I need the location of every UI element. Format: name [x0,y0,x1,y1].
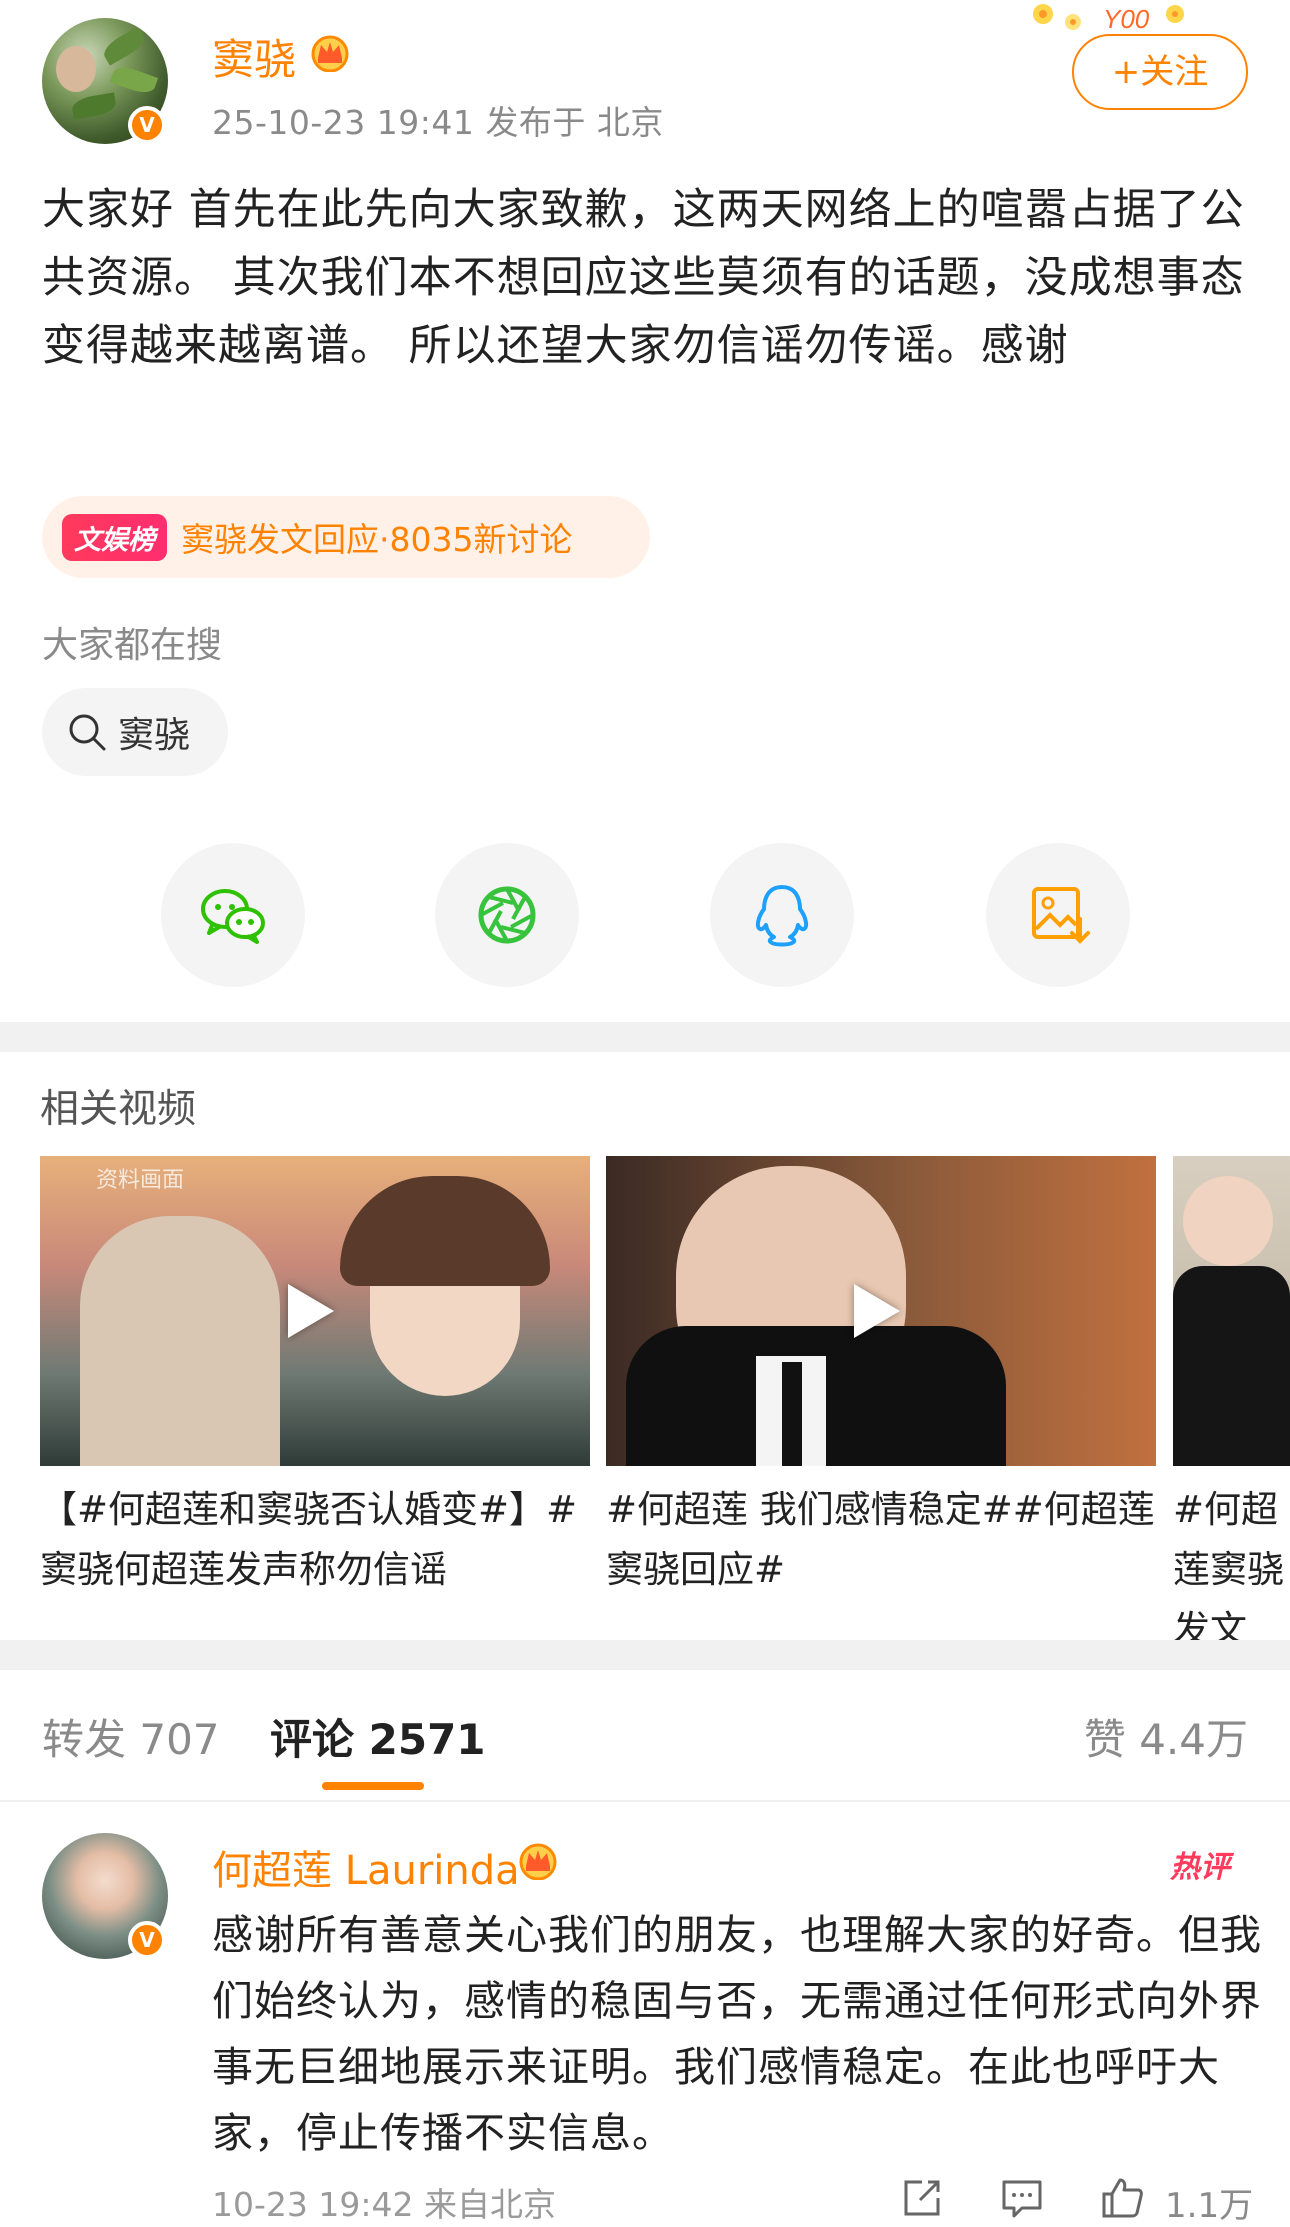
play-icon [288,1284,334,1338]
verified-badge-icon: V [128,106,166,144]
verified-badge-icon: V [128,1921,166,1959]
crown-icon [311,35,349,72]
share-wechat-button[interactable] [161,843,305,987]
search-icon [69,714,106,751]
hot-comment-tag: 热评 [1170,1850,1230,1885]
share-qq-button[interactable] [710,843,854,987]
comment-icon[interactable] [1000,2176,1044,2220]
related-videos-title: 相关视频 [40,1087,197,1132]
video-card[interactable]: 资料画面 【#何超莲和窦骁否认婚变#】#窦骁何超莲发声称勿信谣 [40,1156,590,1600]
post-text: 大家好 首先在此先向大家致歉，这两天网络上的喧嚣占据了公共资源。 其次我们本不想… [42,185,1245,371]
trend-chip[interactable]: 文娱榜 窦骁发文回应·8035新讨论 [42,496,650,578]
tabs-divider [0,1800,1290,1802]
comment-meta: 10-23 19:42 来自北京 [212,2185,556,2224]
tab-like[interactable]: 赞 4.4万 [1084,1706,1248,1767]
video-caption: #何超莲 我们感情稳定##何超莲窦骁回应# [606,1488,1155,1591]
like-icon[interactable] [1100,2176,1144,2220]
author-name[interactable]: 窦骁 [212,26,296,87]
wechat-icon [201,889,265,944]
save-image-button[interactable] [986,843,1130,987]
svg-text:Y00: Y00 [1103,4,1150,34]
post-meta: 25-10-23 19:41 发布于 北京 [212,103,664,142]
follow-button[interactable]: +关注 [1072,34,1248,110]
video-card[interactable]: #何超莲 我们感情稳定##何超莲窦骁回应# [606,1156,1156,1600]
video-watermark: 资料画面 [96,1168,185,1193]
video-thumbnail[interactable] [606,1156,1156,1466]
active-tab-indicator [322,1782,424,1790]
trend-badge: 文娱榜 [62,513,167,561]
video-caption: 【#何超莲和窦骁否认婚变#】#窦骁何超莲发声称勿信谣 [40,1488,578,1591]
trend-text: 窦骁发文回应·8035新讨论 [181,520,573,559]
share-icon[interactable] [900,2176,944,2220]
tab-repost[interactable]: 转发 707 [42,1706,220,1767]
section-divider [0,1640,1290,1670]
video-card[interactable]: #何超莲窦骁发文 [1173,1156,1290,1660]
post-header: V 窦骁 25-10-23 19:41 发布于 北京 Y00 +关注 [0,0,1290,160]
play-icon [854,1284,900,1338]
section-divider [0,1022,1290,1052]
qq-icon [755,885,809,947]
moments-icon [478,886,536,944]
crown-icon [519,1843,557,1880]
video-thumbnail[interactable]: 资料画面 [40,1156,590,1466]
search-chip[interactable]: 窦骁 [42,688,228,776]
search-chip-label: 窦骁 [118,715,191,756]
search-section-title: 大家都在搜 [42,625,223,666]
comment-like-count: 1.1万 [1165,2186,1254,2226]
tab-comment[interactable]: 评论 2571 [270,1706,486,1767]
decoration-icon: Y00 [1033,4,1184,34]
video-thumbnail[interactable] [1173,1156,1290,1466]
comment-text: 感谢所有善意关心我们的朋友，也理解大家的好奇。但我们始终认为，感情的稳固与否，无… [212,1911,1262,2157]
video-caption: #何超莲窦骁发文 [1173,1488,1284,1651]
save-image-icon [1032,887,1090,944]
share-moments-button[interactable] [435,843,579,987]
commenter-name[interactable]: 何超莲 Laurinda [212,1838,520,1896]
